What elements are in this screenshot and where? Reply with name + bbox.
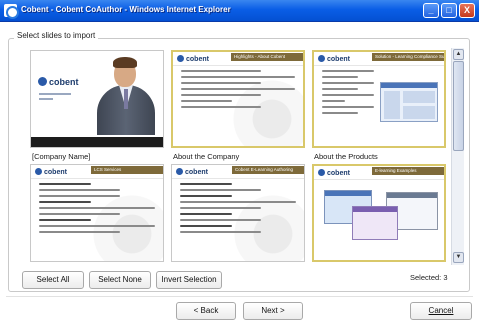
cancel-button[interactable]: Cancel: [410, 302, 472, 320]
select-all-button[interactable]: Select All: [22, 271, 84, 289]
slide-logo: cobent: [318, 169, 350, 177]
slide-logo: cobent: [176, 168, 208, 176]
slide-caption-1: [Company Name]: [32, 152, 91, 161]
select-none-button[interactable]: Select None: [89, 271, 151, 289]
maximize-button[interactable]: □: [441, 3, 457, 18]
slide-grid: cobent [Company Name] cobent Highlights …: [28, 48, 448, 262]
slide-logo: cobent: [177, 55, 209, 63]
window-title: Cobent - Cobent CoAuthor - Windows Inter…: [21, 5, 231, 14]
internet-explorer-icon: [4, 4, 19, 19]
group-legend: Select slides to import: [14, 31, 99, 40]
invert-selection-button[interactable]: Invert Selection: [156, 271, 222, 289]
footer-divider: [6, 296, 473, 297]
slide-thumbnail-3[interactable]: cobent Solution - Learning Compliance Su…: [312, 50, 446, 148]
slide-thumbnail-2[interactable]: cobent Highlights - About Cobent: [171, 50, 305, 148]
scroll-thumb[interactable]: [453, 61, 464, 151]
selected-count: Selected: 3: [410, 273, 448, 282]
scroll-up-icon[interactable]: ▲: [453, 49, 464, 60]
slide-heading-band: Solution - Learning Compliance Suite (LC…: [372, 53, 444, 61]
slide-caption-3: About the Products: [314, 152, 378, 161]
close-button[interactable]: X: [459, 3, 475, 18]
slide-thumbnail-6[interactable]: cobent E-learning Examples: [312, 164, 446, 262]
window-title-bar: Cobent - Cobent CoAuthor - Windows Inter…: [0, 0, 479, 22]
slide-grid-scrollbar[interactable]: ▲ ▼: [451, 48, 464, 265]
slide-logo: cobent: [318, 55, 350, 63]
slide-heading-band: Highlights - About Cobent: [231, 53, 303, 61]
scroll-down-icon[interactable]: ▼: [453, 252, 464, 263]
next-button[interactable]: Next >: [243, 302, 303, 320]
back-button[interactable]: < Back: [176, 302, 236, 320]
slide-heading-band: Cobent E-Learning Authoring: [232, 166, 304, 174]
minimize-button[interactable]: _: [423, 3, 439, 18]
slide-thumbnail-4[interactable]: cobent LCS Services: [30, 164, 164, 262]
slide-thumbnail-5[interactable]: cobent Cobent E-Learning Authoring: [171, 164, 305, 262]
slide-heading-band: E-learning Examples: [372, 167, 444, 175]
product-screenshot-image: [380, 82, 438, 122]
slide-logo: cobent: [35, 168, 67, 176]
slide-thumbnail-1[interactable]: cobent: [30, 50, 164, 148]
slide-heading-band: LCS Services: [91, 166, 163, 174]
slide-logo: cobent: [38, 77, 79, 87]
slide-caption-2: About the Company: [173, 152, 240, 161]
example-screenshot-image: [352, 206, 398, 240]
